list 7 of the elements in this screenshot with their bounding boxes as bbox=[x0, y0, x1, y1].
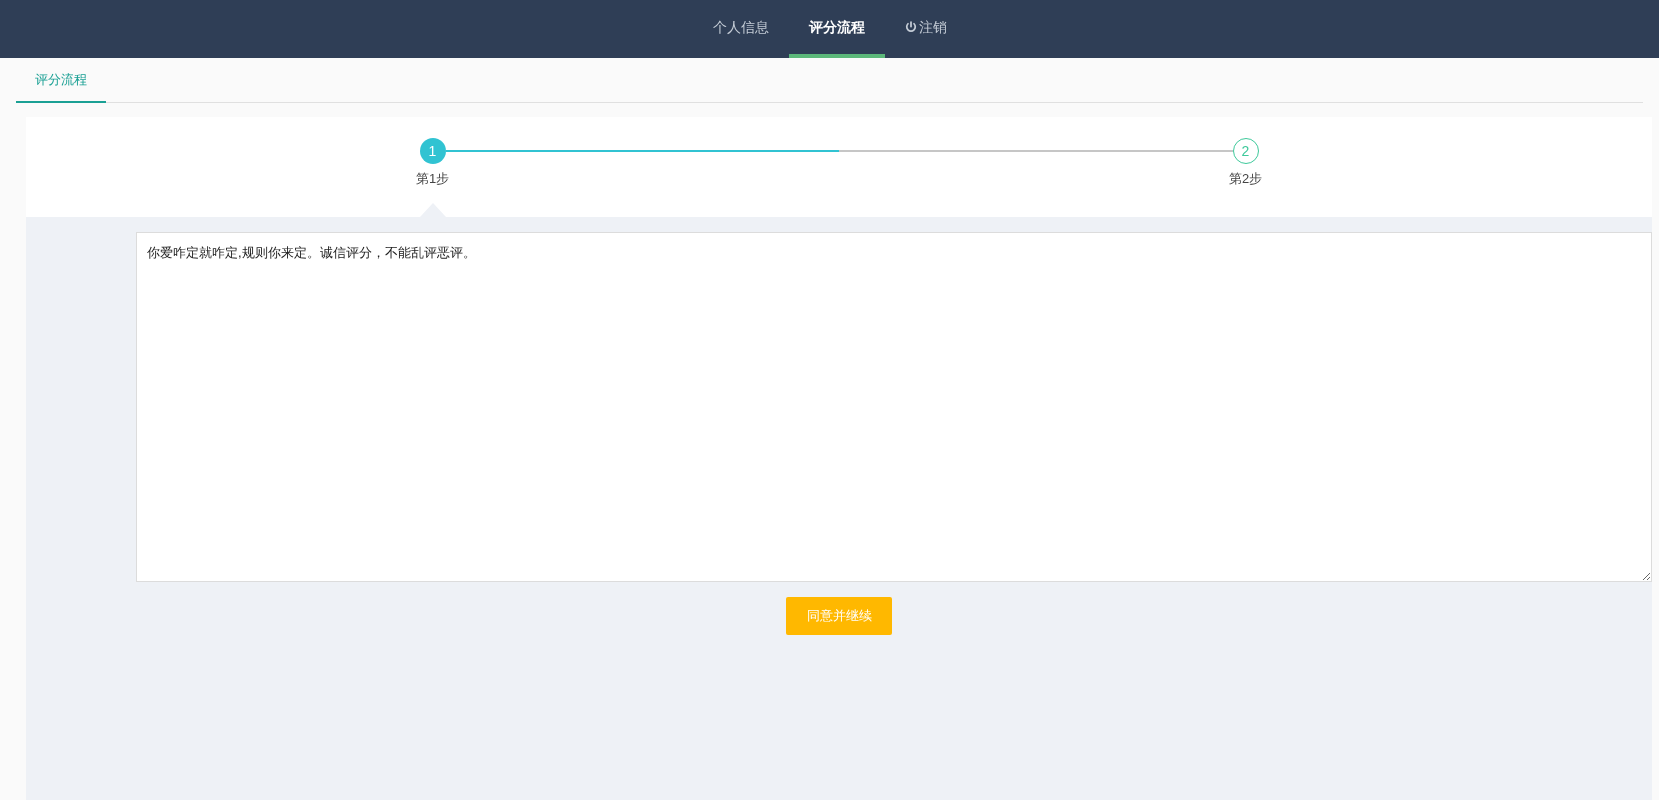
nav-link[interactable]: 个人信息 bbox=[692, 0, 789, 58]
step-label: 第1步 bbox=[415, 170, 450, 188]
power-icon bbox=[904, 21, 917, 33]
nav-link[interactable]: 注销 bbox=[884, 0, 967, 58]
step-label: 第2步 bbox=[1228, 170, 1263, 188]
nav-link[interactable]: 评分流程 bbox=[788, 0, 885, 58]
agreement-textarea[interactable]: 你爱咋定就咋定,规则你来定。诚信评分，不能乱评恶评。 bbox=[136, 232, 1652, 582]
